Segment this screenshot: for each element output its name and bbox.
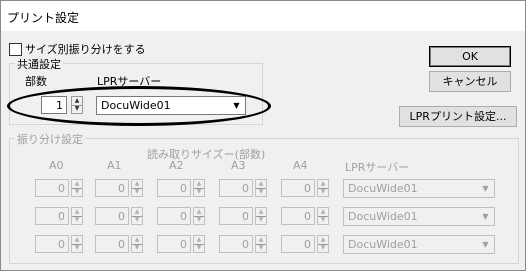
triangle-down-icon[interactable]: ▼ bbox=[318, 216, 328, 224]
triangle-down-icon[interactable]: ▼ bbox=[72, 188, 82, 196]
column-a1: A1 bbox=[107, 159, 122, 172]
highlight-oval bbox=[7, 86, 271, 126]
row1-a0-input[interactable]: 0 bbox=[35, 179, 69, 197]
size-sort-label: サイズ別振り分けをする bbox=[25, 43, 146, 56]
row1-a0-spinner[interactable]: ▲ ▼ bbox=[71, 179, 83, 197]
row3-a1-input[interactable]: 0 bbox=[95, 235, 129, 253]
print-settings-dialog: プリント設定 サイズ別振り分けをする 共通設定 部数 LPRサーバー 1 ▲ ▼… bbox=[0, 0, 526, 271]
triangle-down-icon[interactable]: ▼ bbox=[132, 216, 142, 224]
row1-a1-input[interactable]: 0 bbox=[95, 179, 129, 197]
column-a0: A0 bbox=[49, 159, 64, 172]
triangle-down-icon[interactable]: ▼ bbox=[194, 188, 204, 196]
row1-a2-spinner[interactable]: ▲ ▼ bbox=[193, 179, 205, 197]
row3-a3-input[interactable]: 0 bbox=[219, 235, 253, 253]
column-a3: A3 bbox=[231, 159, 246, 172]
row2-a3-input[interactable]: 0 bbox=[219, 207, 253, 225]
triangle-down-icon[interactable]: ▼ bbox=[132, 188, 142, 196]
row1-a1-spinner[interactable]: ▲ ▼ bbox=[131, 179, 143, 197]
window-title: プリント設定 bbox=[7, 11, 80, 25]
triangle-down-icon[interactable]: ▼ bbox=[318, 244, 328, 252]
triangle-down-icon[interactable]: ▼ bbox=[72, 216, 82, 224]
read-size-label: 読み取りサイズー(部数) bbox=[147, 148, 266, 161]
chevron-down-icon[interactable]: ▼ bbox=[479, 238, 492, 251]
row2-server-select[interactable]: DocuWide01 ▼ bbox=[343, 207, 495, 226]
row2-a0-spinner[interactable]: ▲ ▼ bbox=[71, 207, 83, 225]
cancel-button[interactable]: キャンセル bbox=[429, 71, 511, 92]
row3-a2-spinner[interactable]: ▲ ▼ bbox=[193, 235, 205, 253]
chevron-down-icon[interactable]: ▼ bbox=[479, 182, 492, 195]
row1-a4-spinner[interactable]: ▲ ▼ bbox=[317, 179, 329, 197]
column-a4: A4 bbox=[293, 159, 308, 172]
row2-a4-input[interactable]: 0 bbox=[281, 207, 315, 225]
ok-button[interactable]: OK bbox=[429, 46, 511, 67]
row3-a4-spinner[interactable]: ▲ ▼ bbox=[317, 235, 329, 253]
row1-server-select[interactable]: DocuWide01 ▼ bbox=[343, 179, 495, 198]
row3-a4-input[interactable]: 0 bbox=[281, 235, 315, 253]
triangle-down-icon[interactable]: ▼ bbox=[194, 244, 204, 252]
triangle-down-icon[interactable]: ▼ bbox=[72, 244, 82, 252]
chevron-down-icon[interactable]: ▼ bbox=[479, 210, 492, 223]
row2-a4-spinner[interactable]: ▲ ▼ bbox=[317, 207, 329, 225]
row1-a3-spinner[interactable]: ▲ ▼ bbox=[255, 179, 267, 197]
row2-a1-spinner[interactable]: ▲ ▼ bbox=[131, 207, 143, 225]
title-bar: プリント設定 bbox=[1, 1, 525, 31]
row3-a1-spinner[interactable]: ▲ ▼ bbox=[131, 235, 143, 253]
row2-a2-input[interactable]: 0 bbox=[157, 207, 191, 225]
row3-server-select[interactable]: DocuWide01 ▼ bbox=[343, 235, 495, 254]
row2-a3-spinner[interactable]: ▲ ▼ bbox=[255, 207, 267, 225]
triangle-down-icon[interactable]: ▼ bbox=[256, 216, 266, 224]
triangle-down-icon[interactable]: ▼ bbox=[194, 216, 204, 224]
row1-a4-input[interactable]: 0 bbox=[281, 179, 315, 197]
column-a2: A2 bbox=[169, 159, 184, 172]
triangle-down-icon[interactable]: ▼ bbox=[132, 244, 142, 252]
row2-a2-spinner[interactable]: ▲ ▼ bbox=[193, 207, 205, 225]
row1-a2-input[interactable]: 0 bbox=[157, 179, 191, 197]
server-column-header: LPRサーバー bbox=[345, 161, 410, 174]
lpr-print-settings-button[interactable]: LPRプリント設定... bbox=[399, 106, 517, 127]
row2-a1-input[interactable]: 0 bbox=[95, 207, 129, 225]
size-sort-checkbox[interactable] bbox=[9, 43, 22, 56]
sort-settings-label: 振り分け設定 bbox=[15, 131, 85, 147]
row3-a0-input[interactable]: 0 bbox=[35, 235, 69, 253]
row3-a0-spinner[interactable]: ▲ ▼ bbox=[71, 235, 83, 253]
triangle-down-icon[interactable]: ▼ bbox=[256, 244, 266, 252]
common-settings-label: 共通設定 bbox=[15, 56, 63, 72]
row3-a2-input[interactable]: 0 bbox=[157, 235, 191, 253]
row2-a0-input[interactable]: 0 bbox=[35, 207, 69, 225]
copies-label: 部数 bbox=[25, 75, 47, 88]
row3-a3-spinner[interactable]: ▲ ▼ bbox=[255, 235, 267, 253]
triangle-down-icon[interactable]: ▼ bbox=[318, 188, 328, 196]
triangle-down-icon[interactable]: ▼ bbox=[256, 188, 266, 196]
row1-a3-input[interactable]: 0 bbox=[219, 179, 253, 197]
